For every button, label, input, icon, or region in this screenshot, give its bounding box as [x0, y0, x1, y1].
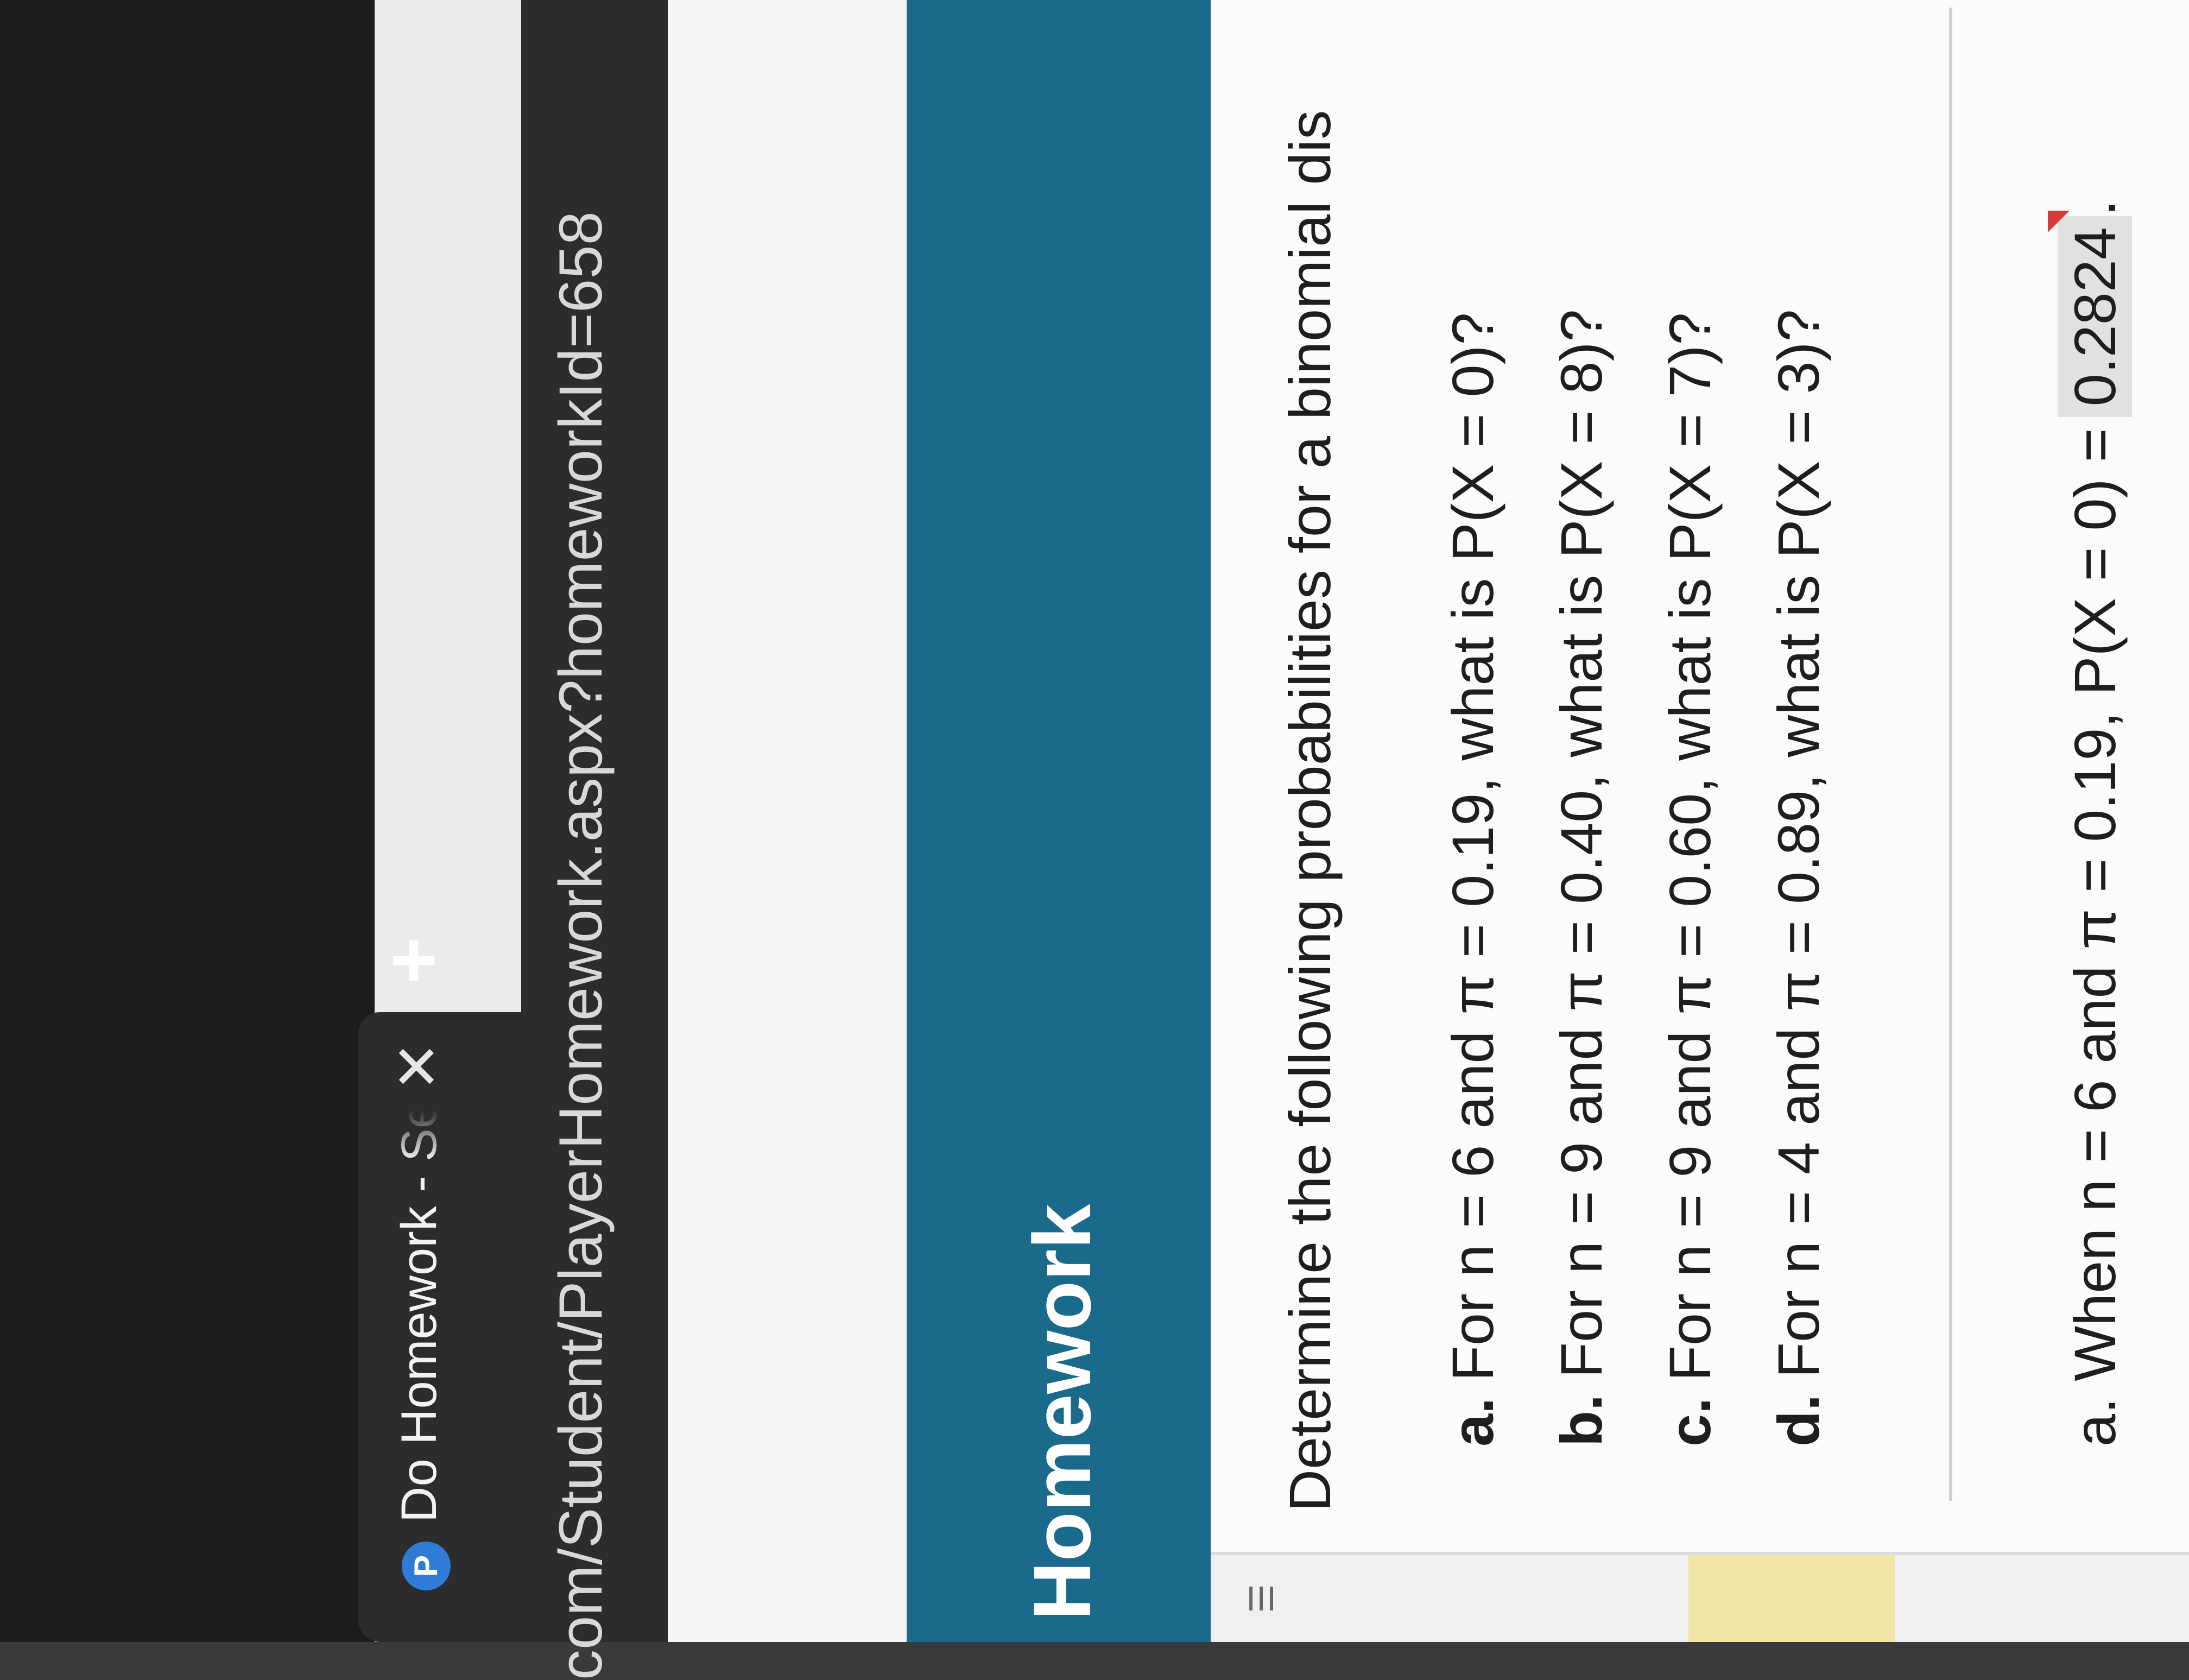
part-text: For n = 4 and π = 0.89, what is P(X = 3)… [1766, 309, 1831, 1379]
close-tab-icon[interactable]: ✕ [384, 1039, 451, 1094]
page-body: Homework ☰ Determine the following proba… [668, 0, 2189, 1642]
question-panel: ☰ Determine the following probabilities … [1211, 0, 2189, 1642]
part-label: c. [1657, 1397, 1723, 1447]
answer-input[interactable]: 0.2824 [2048, 211, 2132, 418]
address-bar[interactable]: com/Student/PlayerHomework.aspx?homework… [521, 0, 668, 1680]
question-part-a: a. For n = 6 and π = 0.19, what is P(X = … [1439, 89, 1507, 1447]
part-label: b. [1548, 1394, 1614, 1447]
tab-title: Do Homework - Section 5.2 Ho [391, 1110, 447, 1523]
answer-prefix: a. When n = 6 and π = 0.19, P(X = 0) = [2062, 428, 2128, 1447]
menu-icon[interactable]: ☰ [1243, 1566, 1280, 1631]
part-label: d. [1766, 1394, 1831, 1447]
answer-value: 0.2824 [2062, 227, 2128, 407]
part-text: For n = 9 and π = 0.60, what is P(X = 7)… [1657, 312, 1723, 1381]
url-text[interactable]: com/Student/PlayerHomework.aspx?homework… [546, 0, 616, 1680]
part-text: For n = 9 and π = 0.40, what is P(X = 8)… [1548, 309, 1614, 1379]
homework-banner: Homework [907, 0, 1211, 1642]
question-part-d: d. For n = 4 and π = 0.89, what is P(X = … [1764, 89, 1832, 1447]
part-text: For n = 6 and π = 0.19, what is P(X = 0)… [1440, 312, 1505, 1381]
current-question-marker[interactable] [1688, 1555, 1895, 1642]
section-divider [1949, 8, 1952, 1501]
incorrect-flag-icon [2048, 211, 2070, 233]
rotated-screen: P Do Homework - Section 5.2 Ho ✕ + com/S… [0, 0, 2189, 1680]
answer-suffix: . [2062, 200, 2128, 217]
pearson-logo-icon: P [402, 1542, 451, 1590]
answer-row: a. When n = 6 and π = 0.19, P(X = 0) = 0.… [2048, 0, 2132, 1447]
browser-tab[interactable]: P Do Homework - Section 5.2 Ho ✕ [358, 1012, 521, 1642]
banner-title: Homework [1016, 1204, 1108, 1620]
question-part-c: c. For n = 9 and π = 0.60, what is P(X = … [1656, 89, 1724, 1447]
part-label: a. [1440, 1397, 1505, 1447]
question-part-b: b. For n = 9 and π = 0.40, what is P(X = … [1547, 89, 1615, 1447]
question-intro: Determine the following probabilities fo… [1277, 110, 1343, 1512]
new-tab-icon[interactable]: + [367, 928, 458, 993]
question-sidebar: ☰ [1211, 1552, 2189, 1642]
browser-title-bar [0, 0, 375, 1642]
